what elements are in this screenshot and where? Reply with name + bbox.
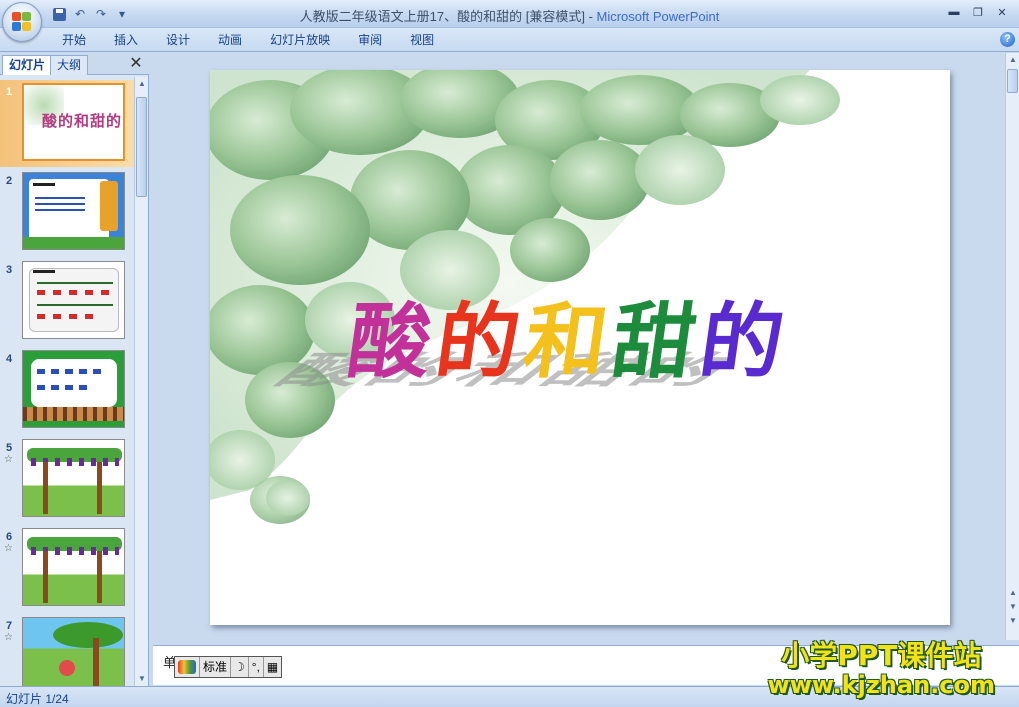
redo-button[interactable]: ↷ — [92, 5, 110, 23]
thumb-number: 3 — [6, 264, 13, 276]
undo-button[interactable]: ↶ — [71, 5, 89, 23]
save-icon — [52, 7, 66, 21]
thumb-number: 7 — [6, 620, 13, 632]
tab-outline[interactable]: 大纲 — [50, 55, 89, 75]
slide-editor: 酸的和甜的 酸的和甜的 — [153, 53, 1005, 640]
ime-punct-icon[interactable]: °, — [249, 657, 264, 677]
ribbon-tab[interactable]: 审阅 — [344, 32, 396, 50]
help-icon[interactable]: ? — [1000, 32, 1015, 47]
close-button[interactable]: ✕ — [991, 3, 1013, 21]
thumb-preview[interactable]: 酸的和甜的 — [22, 83, 125, 161]
ribbon-tab[interactable]: 动画 — [204, 32, 256, 50]
thumb-number: 6 — [6, 531, 13, 543]
next-slide-icon[interactable]: ▼ — [1006, 600, 1019, 614]
thumb-number: 2 — [6, 175, 13, 187]
title-char: 和 — [518, 294, 620, 390]
pane-scrollbar[interactable]: ▲ ▼ — [134, 77, 148, 686]
close-pane-icon[interactable]: ✕ — [127, 55, 145, 73]
slide-thumbnail-list: 1 酸的和甜的 2 3 4 5 ☆ 6 ☆ 7 ☆ — [0, 77, 134, 686]
scroll-up-icon[interactable]: ▲ — [135, 77, 149, 91]
thumb-preview[interactable] — [22, 261, 125, 339]
slide-count: 幻灯片 1/24 — [6, 692, 69, 706]
ribbon-tab[interactable]: 开始 — [48, 32, 100, 50]
title-char: 的 — [694, 294, 796, 390]
ribbon-tab[interactable]: 视图 — [396, 32, 448, 50]
window-title: 人教版二年级语文上册17、酸的和甜的 [兼容模式] - Microsoft Po… — [299, 9, 720, 24]
status-bar: 幻灯片 1/24 — [0, 686, 1019, 707]
slide-thumbnail-6[interactable]: 6 ☆ — [0, 525, 134, 612]
app-name: Microsoft PowerPoint — [596, 9, 720, 24]
slides-pane: 幻灯片 大纲 ✕ 1 酸的和甜的 2 3 4 5 ☆ 6 ☆ 7 ☆ ▲ ▼ — [0, 53, 149, 686]
current-slide[interactable]: 酸的和甜的 酸的和甜的 — [210, 70, 950, 625]
ime-logo-icon[interactable] — [175, 657, 200, 677]
thumb-number: 5 — [6, 442, 13, 454]
minimize-button[interactable]: ▬ — [943, 3, 965, 21]
ime-mode[interactable]: 标准 — [200, 657, 232, 677]
quick-access-toolbar: ↶ ↷ ▾ — [50, 4, 131, 24]
thumb-preview[interactable] — [22, 172, 125, 250]
ribbon-tab[interactable]: 设计 — [152, 32, 204, 50]
ime-moon-icon[interactable]: ☽ — [231, 657, 249, 677]
slide-thumbnail-5[interactable]: 5 ☆ — [0, 436, 134, 523]
thumb-preview[interactable] — [22, 617, 125, 686]
save-button[interactable] — [50, 5, 68, 23]
slide-thumbnail-3[interactable]: 3 — [0, 258, 134, 345]
tab-slides[interactable]: 幻灯片 — [2, 55, 53, 75]
editor-scrollbar[interactable]: ▲ ▲ ▼ ▼ — [1005, 53, 1019, 640]
slide-thumbnail-7[interactable]: 7 ☆ — [0, 614, 134, 686]
title-char: 甜 — [606, 294, 708, 390]
thumb-preview[interactable] — [22, 350, 125, 428]
ime-keyboard-icon[interactable]: ▦ — [264, 657, 281, 677]
notes-pane[interactable]: 单 — [153, 645, 1019, 685]
scroll-down-icon[interactable]: ▼ — [135, 672, 149, 686]
ribbon-tab[interactable]: 幻灯片放映 — [256, 32, 344, 50]
ribbon-tab[interactable]: 插入 — [100, 32, 152, 50]
thumb-number: 4 — [6, 353, 13, 365]
editor-scroll-thumb[interactable] — [1007, 69, 1018, 93]
ribbon-tabs: 开始 插入 设计 动画 幻灯片放映 审阅 视图 — [48, 32, 448, 50]
title-char: 的 — [430, 294, 532, 390]
slide-thumbnail-4[interactable]: 4 — [0, 347, 134, 434]
ime-toolbar: 标准 ☽ °, ▦ — [174, 656, 283, 678]
restore-button[interactable]: ❐ — [967, 3, 989, 21]
thumb-preview[interactable] — [22, 439, 125, 517]
pane-tab-strip: 幻灯片 大纲 ✕ — [0, 53, 149, 75]
thumb-title: 酸的和甜的 — [42, 112, 123, 130]
slide-title[interactable]: 酸的和甜的 — [342, 275, 796, 394]
thumb-preview[interactable] — [22, 528, 125, 606]
pane-scroll-thumb[interactable] — [136, 97, 147, 197]
editor-scroll-up-icon[interactable]: ▲ — [1006, 53, 1019, 67]
title-bar: ↶ ↷ ▾ 人教版二年级语文上册17、酸的和甜的 [兼容模式] - Micros… — [0, 0, 1019, 28]
office-logo-icon — [12, 12, 32, 32]
ribbon-tab-bar: 开始 插入 设计 动画 幻灯片放映 审阅 视图 ? — [0, 28, 1019, 52]
office-button[interactable] — [2, 2, 42, 42]
animation-star-icon: ☆ — [4, 454, 13, 465]
slide-thumbnail-2[interactable]: 2 — [0, 169, 134, 256]
animation-star-icon: ☆ — [4, 543, 13, 554]
window-controls: ▬ ❐ ✕ — [943, 3, 1013, 21]
editor-scroll-down-icon[interactable]: ▼ — [1006, 614, 1019, 628]
thumb-number: 1 — [6, 86, 13, 98]
document-title: 人教版二年级语文上册17、酸的和甜的 [兼容模式] — [299, 9, 585, 24]
customize-qat-button[interactable]: ▾ — [113, 5, 131, 23]
slide-thumbnail-1[interactable]: 1 酸的和甜的 — [0, 80, 134, 167]
animation-star-icon: ☆ — [4, 632, 13, 643]
title-char: 酸 — [342, 294, 444, 390]
prev-slide-icon[interactable]: ▲ — [1006, 586, 1019, 600]
